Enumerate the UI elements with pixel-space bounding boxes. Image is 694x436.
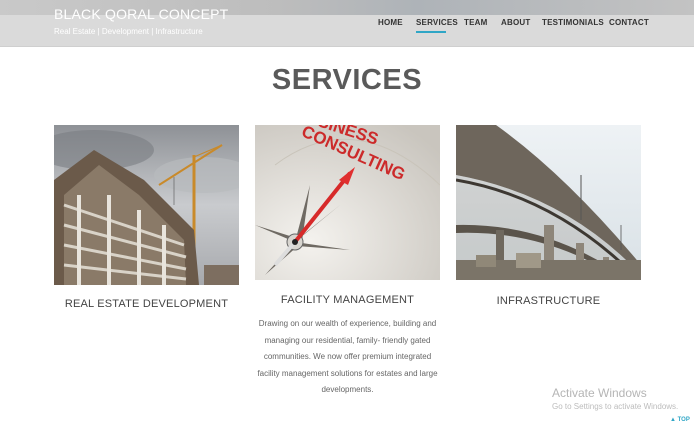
nav-about[interactable]: ABOUT [501,18,530,27]
active-nav-indicator [416,31,446,33]
back-to-top-link[interactable]: ▲ TOP [670,417,690,423]
infrastructure-image [456,125,641,280]
card-title-infrastructure: INFRASTRUCTURE [496,295,601,307]
arrow-up-icon: ▲ [670,417,676,423]
navbar: BLACK QORAL CONCEPT Real Estate | Develo… [0,0,694,47]
brand-tagline: Real Estate | Development | Infrastructu… [54,27,203,36]
description-line: communities. We now offer premium integr… [263,352,432,361]
facility-management-image: BUSINESS CONSULTING [255,125,440,280]
nav-team[interactable]: TEAM [464,18,487,27]
description-line: managing our residential, family- friend… [264,335,431,345]
activate-windows-title: Activate Windows [552,386,647,400]
activate-windows-subtitle: Go to Settings to activate Windows. [552,402,679,411]
nav-services[interactable]: SERVICES [416,18,458,27]
brand-name[interactable]: BLACK QORAL CONCEPT [54,6,228,22]
description-line: developments. [321,385,374,394]
section-title: SERVICES [271,64,423,96]
description-line: facility management solutions for estate… [257,368,438,378]
back-to-top-label: TOP [677,417,690,423]
nav-testimonials[interactable]: TESTIMONIALS [542,18,604,27]
nav-contact[interactable]: CONTACT [609,18,649,27]
facility-management-description: Drawing on our wealth of experience, bui… [255,316,440,399]
real-estate-image [54,125,239,285]
nav-home[interactable]: HOME [378,18,403,27]
card-title-real-estate: REAL ESTATE DEVELOPMENT [64,298,229,310]
card-title-facility-management: FACILITY MANAGEMENT [280,294,415,306]
description-line: Drawing on our wealth of experience, bui… [258,319,437,328]
